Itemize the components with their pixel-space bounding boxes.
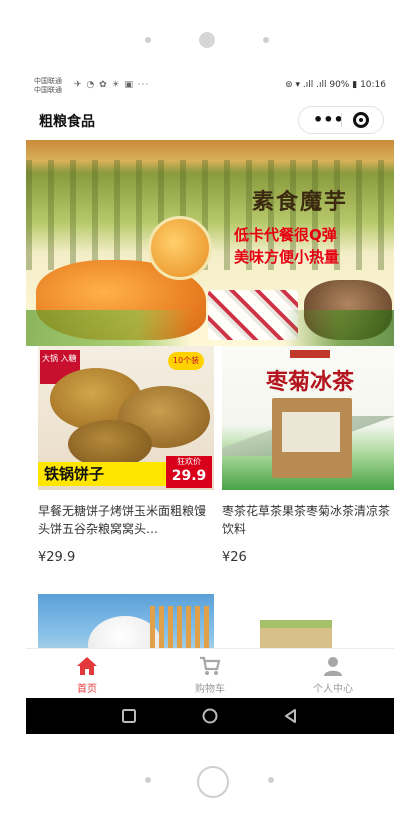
- tea-bag-image: [272, 398, 352, 478]
- carrier-1: 中国联通: [34, 77, 62, 85]
- bottom-dot-left: [145, 777, 151, 783]
- target-icon[interactable]: [353, 112, 369, 128]
- bottom-dot-right: [268, 777, 274, 783]
- page-title: 粗粮食品: [39, 114, 95, 130]
- miniapp-capsule: •••: [298, 106, 384, 134]
- tab-label-cart: 购物车: [195, 684, 225, 695]
- image-name-bar: 铁锅饼子: [38, 462, 172, 486]
- product-title[interactable]: 枣茶花草茶果茶枣菊冰茶清凉茶饮料: [222, 502, 392, 538]
- product-price: ¥29.9: [38, 550, 76, 565]
- banner-calligraphy: 素食魔芋: [252, 189, 349, 215]
- product-title[interactable]: 早餐无糖饼子烤饼玉米面粗粮馒头饼五谷杂粮窝窝头…: [38, 502, 208, 538]
- product-image-tea: 枣菊冰茶: [222, 346, 394, 490]
- battery-icon: ▮: [352, 80, 358, 90]
- user-icon: [324, 657, 342, 676]
- capsule-divider: [341, 113, 342, 127]
- carrier-labels: 中国联通 中国联通: [34, 77, 62, 95]
- more-icon[interactable]: •••: [313, 110, 344, 129]
- bing-cake-image: [68, 420, 152, 468]
- home-circle-icon[interactable]: [201, 707, 219, 725]
- home-icon: [77, 657, 97, 675]
- price-tag-label: 狂欢价: [177, 457, 201, 466]
- battery-level: 90%: [329, 80, 350, 90]
- speaker-dot: [145, 37, 151, 43]
- sensor-dot: [263, 37, 269, 43]
- status-bar: 中国联通 中国联通 ✈ ◔ ✿ ☀ ▣ ··· ⊚ ▾ .ıll .ıll 90…: [26, 70, 394, 100]
- front-camera: [199, 32, 215, 48]
- count-badge: 10个装: [168, 352, 204, 370]
- bag-label: [282, 412, 340, 452]
- phone-screen: 中国联通 中国联通 ✈ ◔ ✿ ☀ ▣ ··· ⊚ ▾ .ıll .ıll 90…: [26, 70, 394, 734]
- image-price-tag: 狂欢价 29.9: [166, 456, 212, 488]
- tab-cart[interactable]: 购物车: [149, 649, 271, 699]
- system-navigation-bar: [26, 698, 394, 734]
- image-top-tag: [290, 350, 330, 358]
- tab-home[interactable]: 首页: [26, 649, 148, 699]
- leaves-decoration: [26, 310, 394, 346]
- nav-bar: 粗粮食品 •••: [26, 100, 394, 140]
- product-price: ¥26: [222, 550, 247, 565]
- back-icon[interactable]: [282, 707, 300, 725]
- clock: 10:16: [360, 80, 386, 90]
- carrier-2: 中国联通: [34, 86, 62, 94]
- tab-profile[interactable]: 个人中心: [272, 649, 394, 699]
- price-tag-value: 29.9: [171, 468, 207, 484]
- tab-bar: 首页 购物车 个人中心: [26, 648, 394, 699]
- status-icons: ✈ ◔ ✿ ☀ ▣ ···: [74, 80, 150, 90]
- tab-label-profile: 个人中心: [313, 684, 353, 695]
- signal-icons: ⊚ ▾ .ıll .ıll: [285, 80, 330, 90]
- status-right-info: ⊚ ▾ .ıll .ıll 90% ▮ 10:16: [285, 80, 386, 90]
- banner-slogan-1: 低卡代餐很Q弹: [234, 226, 337, 244]
- magnified-food-image: [148, 216, 212, 280]
- recent-apps-icon[interactable]: [120, 707, 138, 725]
- promo-banner[interactable]: 素食魔芋 低卡代餐很Q弹 美味方便小热量: [26, 140, 394, 346]
- tab-label-home: 首页: [77, 684, 97, 695]
- product-image-bing: 大锅 入糖 10个装 铁锅饼子 狂欢价 29.9: [38, 346, 214, 490]
- cart-icon: [200, 656, 221, 675]
- image-headline: 枣菊冰茶: [265, 369, 354, 395]
- hardware-home-button[interactable]: [197, 766, 229, 798]
- banner-slogan-2: 美味方便小热量: [234, 248, 340, 266]
